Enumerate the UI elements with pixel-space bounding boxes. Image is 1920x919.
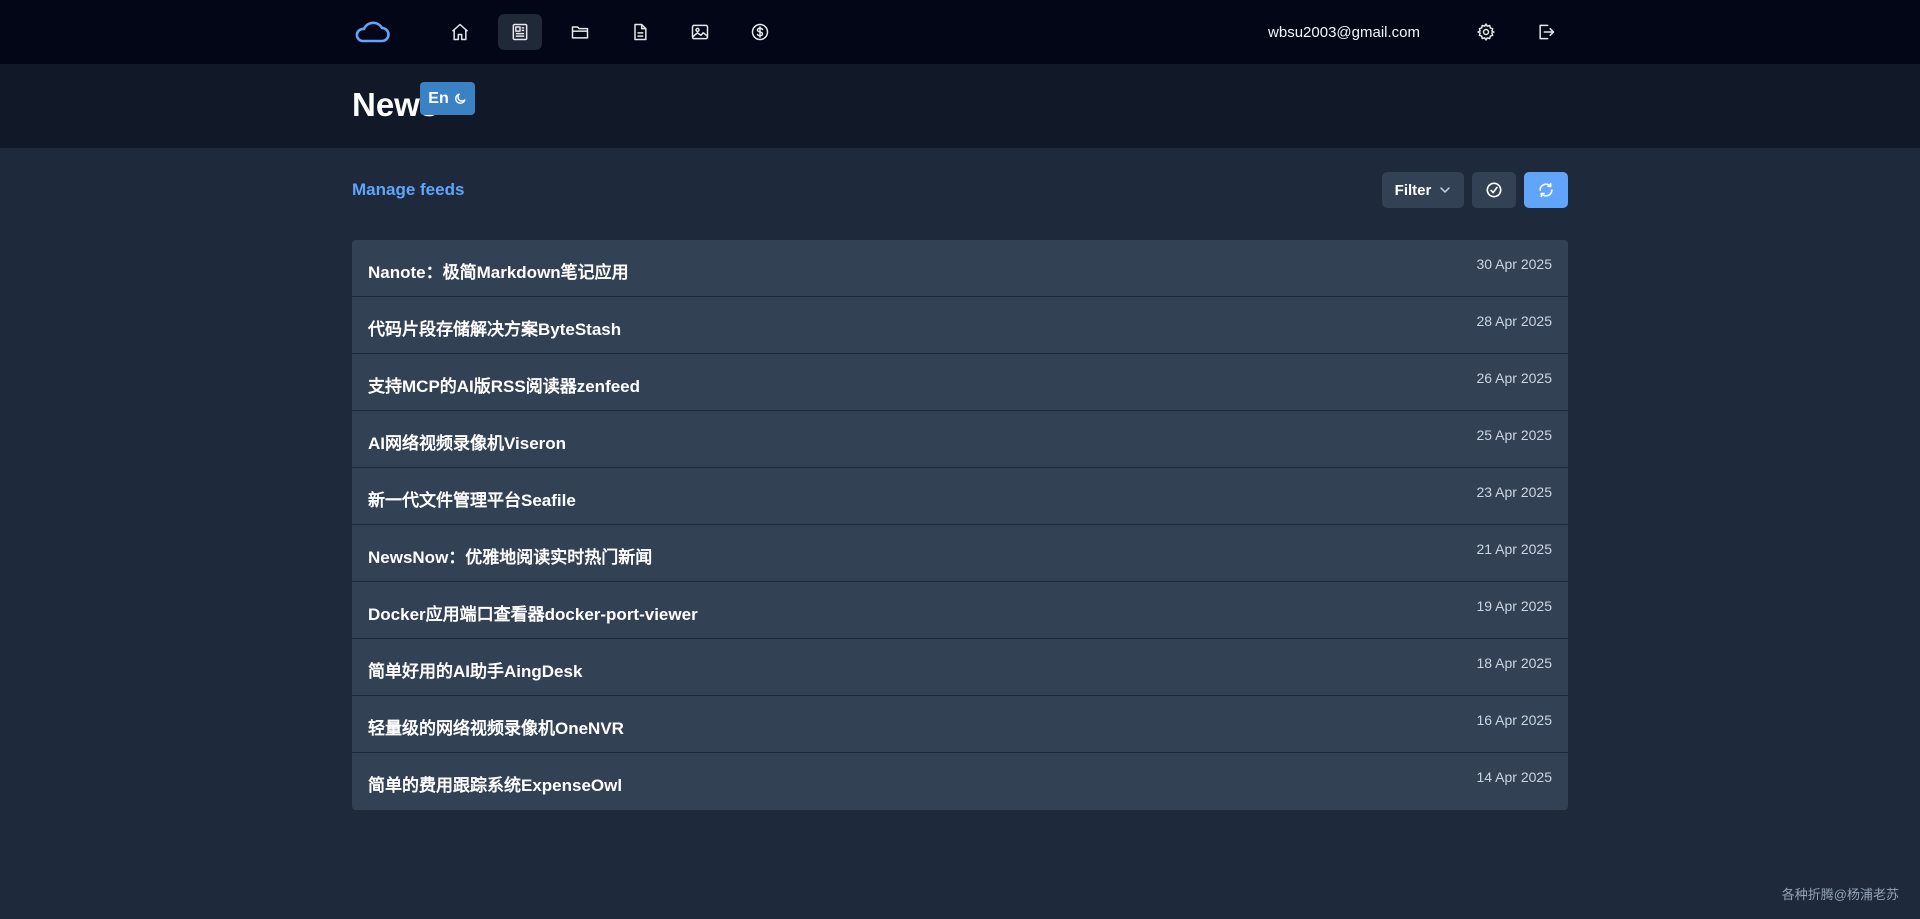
filter-dropdown[interactable]: Filter [1382, 172, 1464, 208]
list-item[interactable]: 支持MCP的AI版RSS阅读器zenfeed 26 Apr 2025 [352, 354, 1568, 411]
page-header: News [0, 64, 1920, 148]
feed-date: 21 Apr 2025 [1476, 541, 1552, 557]
feed-title[interactable]: 新一代文件管理平台Seafile [368, 486, 576, 511]
nav-images[interactable] [678, 14, 722, 50]
nav-documents[interactable] [618, 14, 662, 50]
feed-toolbar: Manage feeds Filter [352, 172, 1568, 208]
feed-date: 26 Apr 2025 [1476, 370, 1552, 386]
feed-date: 25 Apr 2025 [1476, 427, 1552, 443]
list-item[interactable]: 简单的费用跟踪系统ExpenseOwl 14 Apr 2025 [352, 753, 1568, 810]
folder-icon [571, 26, 589, 39]
cloud-logo-icon[interactable] [352, 16, 392, 48]
user-email[interactable]: wbsu2003@gmail.com [1268, 24, 1420, 41]
feed-title[interactable]: Nanote：极简Markdown笔记应用 [368, 258, 629, 283]
list-item[interactable]: 简单好用的AI助手AingDesk 18 Apr 2025 [352, 639, 1568, 696]
feed-title[interactable]: 简单好用的AI助手AingDesk [368, 657, 582, 682]
nav-files[interactable] [558, 14, 602, 50]
feed-date: 14 Apr 2025 [1476, 769, 1552, 785]
language-label: En [428, 89, 449, 107]
feed-date: 30 Apr 2025 [1476, 256, 1552, 272]
feed-date: 23 Apr 2025 [1476, 484, 1552, 500]
feed-title[interactable]: Docker应用端口查看器docker-port-viewer [368, 600, 698, 625]
manage-feeds-link[interactable]: Manage feeds [352, 180, 464, 200]
moon-icon [454, 93, 466, 104]
feed-title[interactable]: 支持MCP的AI版RSS阅读器zenfeed [368, 372, 640, 397]
check-circle-icon [1486, 182, 1502, 198]
image-icon [691, 24, 709, 40]
nav-home[interactable] [438, 14, 482, 50]
nav-news[interactable] [498, 14, 542, 50]
chevron-down-icon [1440, 187, 1451, 193]
mark-all-read-button[interactable] [1472, 172, 1516, 208]
feed-date: 16 Apr 2025 [1476, 712, 1552, 728]
list-item[interactable]: Nanote：极简Markdown笔记应用 30 Apr 2025 [352, 240, 1568, 297]
logout-button[interactable] [1524, 14, 1568, 50]
feed-list: Nanote：极简Markdown笔记应用 30 Apr 2025 代码片段存储… [352, 240, 1568, 810]
top-nav-bar: wbsu2003@gmail.com [0, 0, 1920, 64]
refresh-button[interactable] [1524, 172, 1568, 208]
refresh-icon [1539, 182, 1553, 198]
list-item[interactable]: 代码片段存储解决方案ByteStash 28 Apr 2025 [352, 297, 1568, 354]
list-item[interactable]: 新一代文件管理平台Seafile 23 Apr 2025 [352, 468, 1568, 525]
feed-title[interactable]: 简单的费用跟踪系统ExpenseOwl [368, 771, 622, 796]
feed-date: 28 Apr 2025 [1476, 313, 1552, 329]
list-item[interactable]: NewsNow：优雅地阅读实时热门新闻 21 Apr 2025 [352, 525, 1568, 582]
list-item[interactable]: Docker应用端口查看器docker-port-viewer 19 Apr 2… [352, 582, 1568, 639]
feed-date: 18 Apr 2025 [1476, 655, 1552, 671]
settings-button[interactable] [1464, 14, 1508, 50]
document-icon [634, 23, 647, 41]
feed-date: 19 Apr 2025 [1476, 598, 1552, 614]
nav-finance[interactable] [738, 14, 782, 50]
home-icon [452, 23, 468, 41]
gear-icon [1477, 23, 1495, 41]
feed-title[interactable]: 代码片段存储解决方案ByteStash [368, 315, 621, 340]
watermark: 各种折腾@杨浦老苏 [1781, 887, 1899, 902]
news-icon [512, 23, 528, 41]
list-item[interactable]: AI网络视频录像机Viseron 25 Apr 2025 [352, 411, 1568, 468]
logout-icon [1539, 24, 1555, 40]
feed-title[interactable]: AI网络视频录像机Viseron [368, 429, 566, 454]
filter-label: Filter [1394, 181, 1432, 199]
dollar-icon [751, 23, 769, 41]
list-item[interactable]: 轻量级的网络视频录像机OneNVR 16 Apr 2025 [352, 696, 1568, 753]
feed-title[interactable]: 轻量级的网络视频录像机OneNVR [368, 714, 624, 739]
feed-title[interactable]: NewsNow：优雅地阅读实时热门新闻 [368, 543, 652, 568]
language-theme-toggle[interactable]: En [420, 82, 475, 115]
